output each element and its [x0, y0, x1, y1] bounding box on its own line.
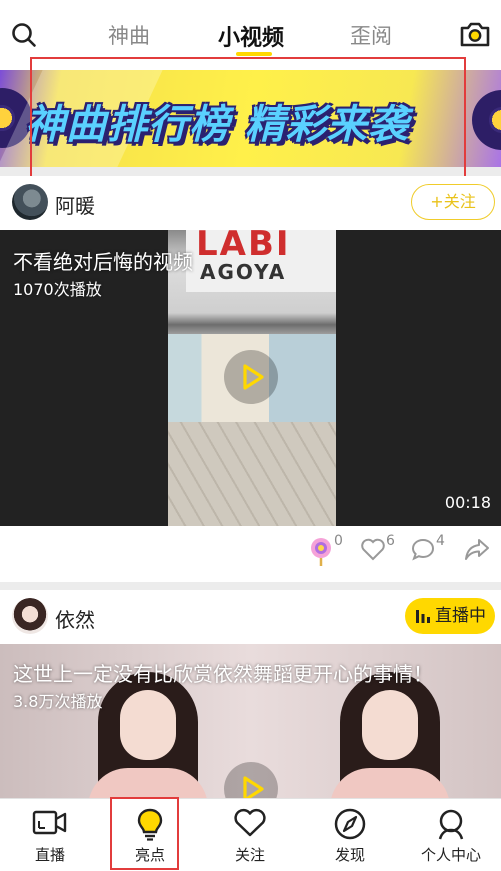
- share-arrow-icon: [465, 539, 489, 560]
- tab-waiyue[interactable]: 歪阅: [350, 20, 392, 50]
- active-tab-indicator: [236, 52, 272, 56]
- comment-count: 4: [436, 533, 445, 549]
- action-bar: 0 6 4: [0, 526, 501, 582]
- video-player[interactable]: LABI AGOYA 不看绝对后悔的视频 1070次播放 00:18: [0, 230, 501, 526]
- gift-count: 0: [334, 533, 343, 549]
- nav-discover[interactable]: 发现: [300, 799, 400, 871]
- feed-card: 阿暖 +关注 LABI AGOYA 不看绝对后悔的视频 1070次播放 00:1…: [0, 176, 501, 582]
- play-count: 3.8万次播放: [13, 692, 103, 711]
- play-count: 1070次播放: [13, 280, 102, 299]
- comment-action[interactable]: 4: [410, 533, 450, 566]
- video-camera-icon: [32, 810, 67, 835]
- live-label: 直播中: [435, 606, 486, 626]
- card-header: 依然 直播中: [0, 590, 501, 644]
- bottom-nav: 直播 亮点 关注 发现 个人中心: [0, 798, 501, 871]
- nav-label: 直播: [34, 846, 65, 864]
- highlight-box: [110, 797, 179, 870]
- live-bars-icon: [416, 610, 430, 623]
- video-title: 这世上一定没有比欣赏依然舞蹈更开心的事情！: [13, 662, 433, 686]
- username[interactable]: 阿暖: [55, 190, 95, 219]
- live-button[interactable]: 直播中: [405, 598, 495, 634]
- floor-tiles: [168, 422, 336, 526]
- store-sign: LABI AGOYA: [186, 230, 336, 292]
- lollipop-icon: [311, 538, 331, 566]
- video-player[interactable]: 这世上一定没有比欣赏依然舞蹈更开心的事情！ 3.8万次播放: [0, 644, 501, 798]
- tab-shenqu[interactable]: 神曲: [108, 20, 150, 50]
- avatar[interactable]: [12, 598, 48, 634]
- video-title: 不看绝对后悔的视频: [13, 250, 193, 274]
- search-icon[interactable]: [10, 21, 38, 49]
- heart-icon: [361, 538, 385, 561]
- gift-action[interactable]: 0: [308, 533, 348, 566]
- camera-icon[interactable]: [458, 19, 492, 49]
- card-header: 阿暖 +关注: [0, 176, 501, 230]
- play-button[interactable]: [224, 350, 278, 404]
- nav-label: 个人中心: [420, 846, 481, 864]
- avatar[interactable]: [12, 184, 48, 220]
- sign-text: AGOYA: [200, 260, 287, 284]
- dancer-figure: [320, 672, 460, 798]
- share-action[interactable]: [464, 536, 492, 566]
- compass-icon: [334, 808, 366, 840]
- username[interactable]: 依然: [55, 604, 95, 633]
- nav-label: 关注: [234, 846, 265, 864]
- highlight-box: [30, 57, 466, 184]
- person-icon: [438, 809, 464, 840]
- sign-text: LABI: [196, 230, 291, 264]
- follow-button[interactable]: +关注: [411, 184, 495, 220]
- comment-icon: [411, 538, 435, 561]
- like-action[interactable]: 6: [360, 533, 400, 566]
- nav-follow[interactable]: 关注: [200, 799, 300, 871]
- play-icon: [243, 776, 264, 798]
- tab-short-video[interactable]: 小视频: [218, 20, 284, 52]
- like-count: 6: [386, 533, 395, 549]
- nav-live[interactable]: 直播: [0, 799, 100, 871]
- play-icon: [243, 364, 264, 390]
- video-duration: 00:18: [444, 493, 491, 512]
- heart-icon: [234, 808, 266, 837]
- nav-label: 发现: [334, 846, 365, 864]
- nav-profile[interactable]: 个人中心: [401, 799, 501, 871]
- feed-card: 依然 直播中 这世上一定没有比欣赏依然舞蹈更开心的事情！ 3.8万次播放: [0, 590, 501, 798]
- play-button[interactable]: [224, 762, 278, 798]
